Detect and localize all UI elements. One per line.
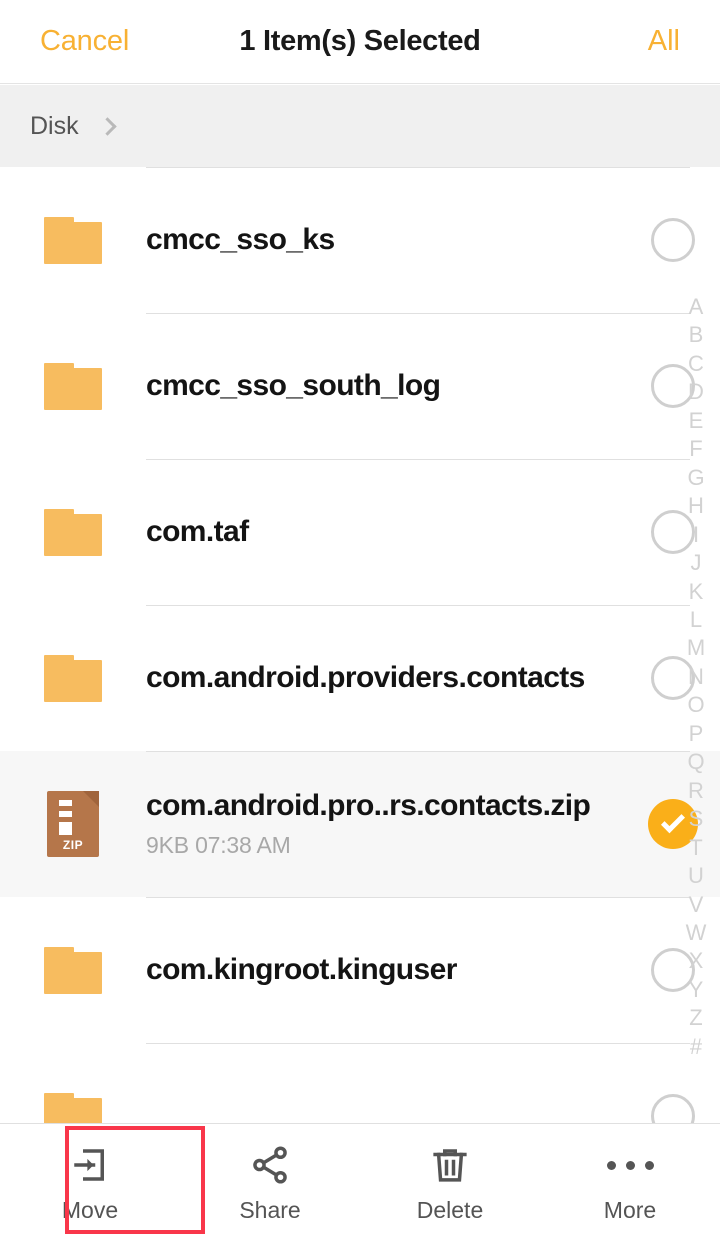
- alpha-index-letter[interactable]: Q: [687, 751, 704, 773]
- select-checkbox[interactable]: [626, 1094, 720, 1123]
- bottom-action-toolbar: Move Share Delete More: [0, 1123, 720, 1236]
- select-all-button[interactable]: All: [648, 25, 720, 58]
- list-item-partial[interactable]: [0, 1043, 720, 1123]
- file-icon: [0, 654, 146, 702]
- alpha-index-letter[interactable]: D: [688, 381, 704, 403]
- breadcrumb-item-disk[interactable]: Disk: [30, 112, 79, 141]
- alpha-index-letter[interactable]: G: [687, 466, 704, 489]
- move-button-label: Move: [61, 1197, 119, 1223]
- alpha-index-letter[interactable]: O: [687, 694, 704, 716]
- row-separator: [146, 751, 690, 752]
- folder-icon: [44, 1092, 102, 1123]
- delete-button-label: Delete: [416, 1197, 484, 1223]
- file-icon: [0, 362, 146, 410]
- file-name: com.taf: [146, 515, 249, 548]
- alpha-index-letter[interactable]: I: [693, 523, 699, 546]
- cancel-button[interactable]: Cancel: [0, 25, 129, 58]
- alpha-index-letter[interactable]: U: [688, 865, 704, 887]
- row-separator: [146, 1043, 690, 1044]
- file-name: com.android.providers.contacts: [146, 661, 585, 694]
- zip-file-icon: ZIP: [47, 791, 99, 857]
- select-checkbox[interactable]: [626, 218, 720, 262]
- zip-icon-label: ZIP: [62, 838, 84, 852]
- file-list[interactable]: cmcc_sso_ks cmcc_sso_south_log com.taf c…: [0, 167, 720, 1123]
- alpha-index-letter[interactable]: Z: [689, 1007, 702, 1029]
- top-action-bar: Cancel 1 Item(s) Selected All: [0, 0, 720, 84]
- alpha-index-letter[interactable]: S: [689, 808, 704, 830]
- row-separator: [146, 313, 690, 314]
- folder-icon: [44, 654, 102, 702]
- alpha-index-letter[interactable]: B: [689, 324, 704, 346]
- list-item-selected[interactable]: ZIP com.android.pro..rs.contacts.zip 9KB…: [0, 751, 720, 897]
- alphabet-index-scrollbar[interactable]: A B C D E F G H I J K L M N O P Q R S T …: [680, 296, 712, 1058]
- alpha-index-letter[interactable]: N: [688, 665, 704, 688]
- share-button-label: Share: [239, 1197, 301, 1223]
- list-item[interactable]: com.android.providers.contacts: [0, 605, 720, 751]
- alpha-index-letter[interactable]: H: [688, 495, 704, 517]
- alpha-index-letter[interactable]: X: [689, 950, 704, 972]
- alpha-index-letter[interactable]: R: [688, 779, 704, 802]
- alpha-index-letter[interactable]: Y: [689, 978, 704, 1001]
- alpha-index-letter[interactable]: T: [689, 836, 702, 859]
- alpha-index-letter[interactable]: K: [689, 580, 704, 603]
- row-separator: [146, 605, 690, 606]
- alpha-index-letter[interactable]: M: [687, 637, 705, 659]
- ellipsis-icon: [606, 1142, 654, 1188]
- alpha-index-letter[interactable]: #: [690, 1035, 702, 1058]
- file-icon: [0, 508, 146, 556]
- breadcrumb: Disk: [0, 85, 720, 167]
- alpha-index-letter[interactable]: J: [691, 552, 702, 574]
- circle-unchecked-icon[interactable]: [651, 1094, 695, 1123]
- alpha-index-letter[interactable]: W: [686, 921, 707, 944]
- alpha-index-letter[interactable]: E: [689, 409, 704, 432]
- alpha-index-letter[interactable]: F: [689, 438, 702, 460]
- file-name: com.kingroot.kinguser: [146, 953, 457, 986]
- file-text: com.kingroot.kinguser: [146, 953, 626, 987]
- move-into-box-icon: [69, 1142, 111, 1188]
- chevron-right-icon: [97, 116, 117, 136]
- share-nodes-icon: [249, 1142, 291, 1188]
- folder-icon: [44, 508, 102, 556]
- delete-button[interactable]: Delete: [360, 1124, 540, 1236]
- file-text: cmcc_sso_south_log: [146, 369, 626, 403]
- move-button[interactable]: Move: [0, 1124, 180, 1236]
- file-icon: [0, 1092, 146, 1123]
- folder-icon: [44, 946, 102, 994]
- file-text: cmcc_sso_ks: [146, 223, 626, 257]
- file-icon: [0, 946, 146, 994]
- file-icon: [0, 216, 146, 264]
- file-text: com.android.pro..rs.contacts.zip 9KB 07:…: [146, 789, 626, 859]
- circle-unchecked-icon[interactable]: [651, 218, 695, 262]
- file-name: cmcc_sso_south_log: [146, 369, 441, 402]
- row-separator: [146, 897, 690, 898]
- alpha-index-letter[interactable]: L: [690, 608, 702, 631]
- file-icon: ZIP: [0, 791, 146, 857]
- alpha-index-letter[interactable]: C: [688, 352, 704, 375]
- trash-icon: [429, 1142, 471, 1188]
- row-separator: [146, 167, 690, 168]
- list-item[interactable]: com.taf: [0, 459, 720, 605]
- row-separator: [146, 459, 690, 460]
- share-button[interactable]: Share: [180, 1124, 360, 1236]
- file-text: com.taf: [146, 515, 626, 549]
- file-name: cmcc_sso_ks: [146, 223, 335, 256]
- more-button-label: More: [603, 1197, 657, 1223]
- alpha-index-letter[interactable]: P: [689, 722, 704, 745]
- folder-icon: [44, 216, 102, 264]
- more-button[interactable]: More: [540, 1124, 720, 1236]
- file-name: com.android.pro..rs.contacts.zip: [146, 789, 591, 822]
- alpha-index-letter[interactable]: V: [689, 893, 704, 916]
- list-item[interactable]: cmcc_sso_south_log: [0, 313, 720, 459]
- folder-icon: [44, 362, 102, 410]
- file-text: com.android.providers.contacts: [146, 661, 626, 695]
- alpha-index-letter[interactable]: A: [689, 296, 704, 318]
- list-item[interactable]: com.kingroot.kinguser: [0, 897, 720, 1043]
- list-item[interactable]: cmcc_sso_ks: [0, 167, 720, 313]
- file-meta: 9KB 07:38 AM: [146, 832, 291, 858]
